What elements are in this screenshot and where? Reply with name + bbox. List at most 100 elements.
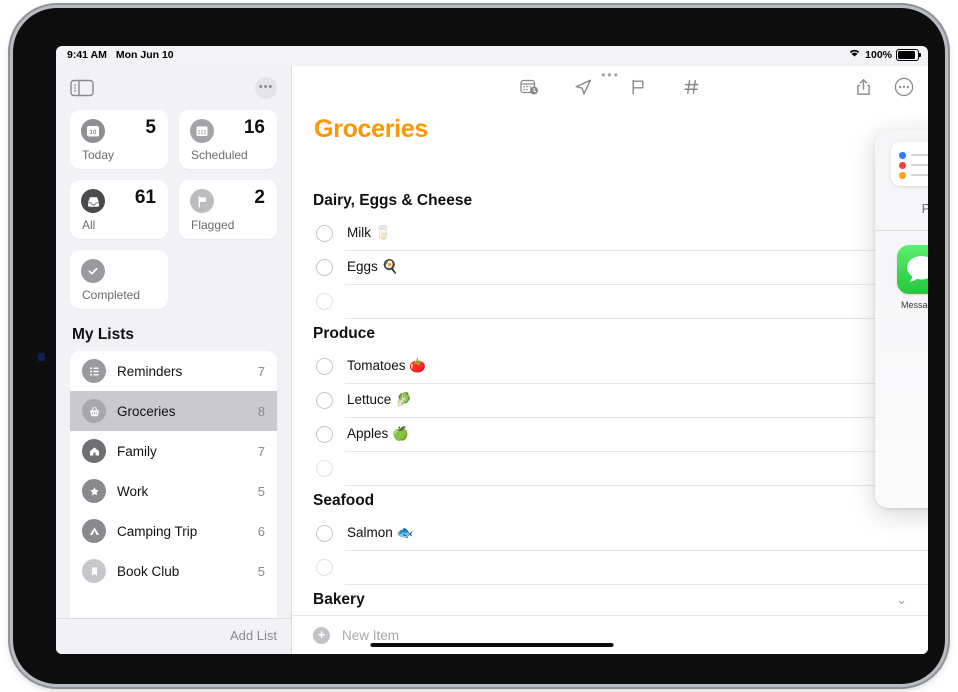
sidebar-item-count: 6 [257, 523, 265, 539]
list-item[interactable]: Milk 🥛 [292, 216, 928, 250]
toolbar-center-group [519, 76, 703, 98]
list-item-empty[interactable] [292, 451, 928, 485]
plus-circle-icon[interactable]: + [313, 626, 330, 644]
sidebar-toggle-icon[interactable] [70, 79, 94, 97]
share-icon[interactable] [852, 76, 874, 98]
bezel-camera-dot [38, 353, 45, 361]
battery-percent: 100% [865, 48, 892, 61]
share-app-row: Messages Mail [875, 231, 928, 310]
sidebar-item-label: Book Club [117, 563, 180, 579]
page-title: Groceries [314, 115, 429, 143]
complete-circle-icon[interactable] [316, 258, 333, 276]
list-item[interactable]: Tomatoes 🍅 [292, 349, 928, 383]
ellipsis-circle-icon[interactable] [893, 76, 915, 98]
sidebar-item-groceries[interactable]: Groceries 8 [70, 391, 277, 431]
sidebar-toolbar: ••• [56, 66, 291, 110]
sidebar-item-label: Groceries [117, 403, 176, 419]
location-arrow-icon[interactable] [573, 76, 595, 98]
calendar-icon [190, 119, 214, 143]
list-item[interactable]: Lettuce 🥬 [292, 383, 928, 417]
sidebar-item-family[interactable]: Family 7 [70, 431, 277, 471]
sidebar-item-label: Camping Trip [117, 523, 198, 539]
share-header: Groceries Collaboration [875, 130, 928, 193]
sidebar-item-reminders[interactable]: Reminders 7 [70, 351, 277, 391]
sidebar-item-count: 8 [257, 403, 265, 419]
share-app-label: Messages [900, 299, 928, 310]
sidebar-item-label: Work [117, 483, 149, 499]
new-item-bar[interactable]: + New Item [292, 615, 928, 654]
list-item[interactable]: Salmon 🐟 [292, 516, 928, 550]
complete-circle-icon[interactable] [316, 357, 333, 375]
list-item-text: Salmon 🐟 [347, 525, 414, 540]
complete-circle-icon[interactable] [316, 524, 333, 542]
smart-card-count: 16 [243, 117, 265, 138]
reminders-list-thumbnail-icon [891, 142, 928, 186]
toolbar-right-group [852, 76, 915, 98]
bookmark-icon [82, 559, 106, 583]
calendar-day-icon: 10 [81, 119, 105, 143]
sidebar-more-button[interactable]: ••• [255, 77, 277, 99]
messages-app-icon [897, 244, 928, 294]
tent-icon [82, 519, 106, 543]
sidebar-item-work[interactable]: Work 5 [70, 471, 277, 511]
smart-card-label: Completed [82, 288, 141, 302]
complete-circle-icon[interactable] [316, 558, 333, 576]
status-bar-left: 9:41 AM Mon Jun 10 [67, 49, 174, 61]
list-item-text: Apples 🍏 [347, 426, 409, 441]
checkmark-circle-icon [81, 259, 105, 283]
popover-fade-overlay [875, 278, 928, 508]
sidebar-item-count: 5 [257, 563, 265, 579]
chevron-down-icon[interactable]: ⌄ [896, 584, 907, 615]
svg-text:10: 10 [90, 130, 97, 136]
sidebar-item-book-club[interactable]: Book Club 5 [70, 551, 277, 591]
sidebar-footer: Add List [56, 618, 291, 654]
sidebar-item-camping-trip[interactable]: Camping Trip 6 [70, 511, 277, 551]
smart-card-count: 2 [254, 187, 265, 208]
share-sheet-popover: Groceries Collaboration [875, 130, 928, 508]
complete-circle-icon[interactable] [316, 391, 333, 409]
sidebar-item-count: 5 [257, 483, 265, 499]
add-list-button[interactable]: Add List [230, 628, 277, 643]
main-toolbar [292, 66, 928, 110]
section-header: Seafood [313, 492, 375, 509]
battery-full-icon [896, 48, 921, 61]
list-item-empty[interactable] [292, 284, 928, 318]
hashtag-icon[interactable] [681, 76, 703, 98]
smart-lists-grid: 10 5 Today 16 Scheduled 61 All 2 Flagged… [56, 110, 291, 309]
share-app-messages[interactable]: Messages [897, 244, 928, 310]
main-content: ••• Groceries Dairy, Eggs & Cheese Milk … [291, 66, 928, 654]
smart-card-label: Scheduled [191, 148, 248, 162]
sidebar-item-label: Family [117, 443, 157, 459]
complete-circle-icon[interactable] [316, 224, 333, 242]
smart-card-label: All [82, 218, 96, 232]
smart-card-completed[interactable]: Completed [70, 250, 168, 309]
status-bar: 9:41 AM Mon Jun 10 100% [56, 46, 928, 66]
complete-circle-icon[interactable] [316, 292, 333, 310]
complete-circle-icon[interactable] [316, 425, 333, 443]
bulleted-list-icon [82, 359, 106, 383]
list-item-text: Tomatoes 🍅 [347, 358, 427, 373]
new-item-input[interactable]: New Item [342, 628, 399, 643]
complete-circle-icon[interactable] [316, 459, 333, 477]
smart-card-today[interactable]: 10 5 Today [70, 110, 168, 169]
home-indicator[interactable] [370, 643, 614, 647]
status-bar-right: 100% [848, 48, 921, 61]
list-item[interactable]: Eggs 🍳 [292, 250, 928, 284]
smart-card-flagged[interactable]: 2 Flagged [179, 180, 277, 239]
smart-card-count: 61 [134, 187, 156, 208]
list-item[interactable]: Apples 🍏 [292, 417, 928, 451]
smart-card-label: Flagged [191, 218, 235, 232]
device-frame: 9:41 AM Mon Jun 10 100% ••• 10 5 Today 1… [13, 8, 945, 684]
ipad-screen: 9:41 AM Mon Jun 10 100% ••• 10 5 Today 1… [56, 46, 928, 654]
inbox-tray-icon [81, 189, 105, 213]
smart-card-scheduled[interactable]: 16 Scheduled [179, 110, 277, 169]
wifi-icon [848, 48, 861, 61]
smart-card-all[interactable]: 61 All [70, 180, 168, 239]
section-header: Produce [313, 325, 376, 342]
house-icon [82, 439, 106, 463]
share-permission-row[interactable]: People you invite can add others. › [875, 193, 928, 225]
list-item-empty[interactable] [292, 550, 928, 584]
calendar-clock-icon[interactable] [519, 76, 541, 98]
flag-icon[interactable] [627, 76, 649, 98]
sidebar-item-count: 7 [257, 443, 265, 459]
